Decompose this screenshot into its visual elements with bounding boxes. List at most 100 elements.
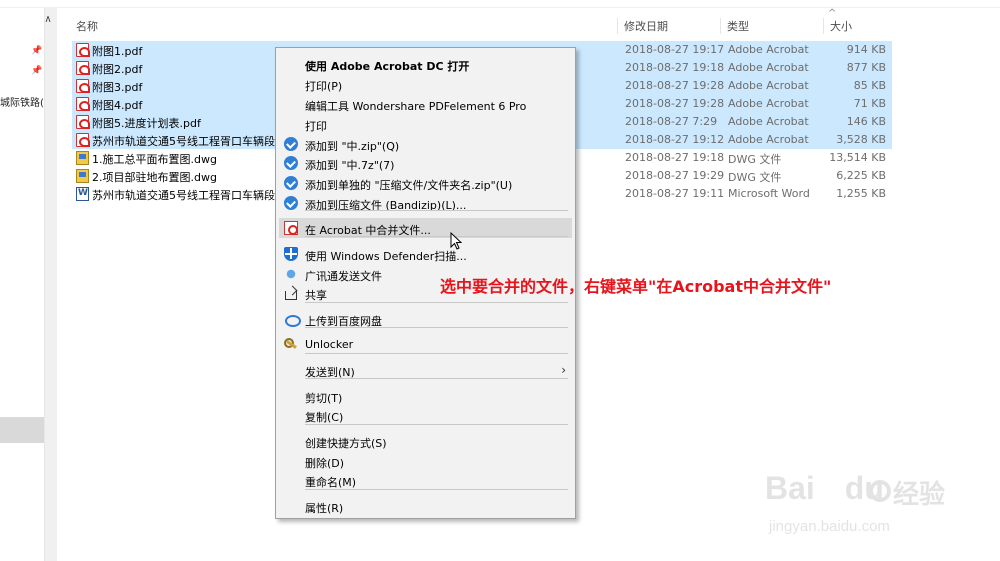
navigation-pane: 📌 📌 城际铁路( xyxy=(0,8,44,561)
bandizip-icon xyxy=(284,176,298,190)
acrobat-merge-icon xyxy=(284,221,298,235)
file-type: Adobe Acrobat xyxy=(728,133,809,146)
menu-item-add-to-7z[interactable]: 添加到 "中.7z"(7) xyxy=(279,153,572,173)
menu-separator xyxy=(305,302,568,303)
file-type: Microsoft Word xyxy=(728,187,810,200)
column-header-type[interactable]: 类型 xyxy=(721,18,824,34)
menu-item-label: 重命名(M) xyxy=(305,476,357,489)
watermark-brand: Bai du xyxy=(765,470,884,506)
file-name: 附图5.进度计划表.pdf xyxy=(92,117,201,130)
instruction-annotation: 选中要合并的文件，右键菜单"在Acrobat中合并文件" xyxy=(440,277,832,296)
pdf-file-icon xyxy=(76,115,90,129)
file-date: 2018-08-27 19:12 xyxy=(625,133,725,146)
baidu-netdisk-icon xyxy=(284,312,301,327)
guangxuntong-icon xyxy=(284,267,298,281)
sort-ascending-icon: ^ xyxy=(828,8,837,19)
file-name: 附图3.pdf xyxy=(92,81,143,94)
file-date: 2018-08-27 19:28 xyxy=(625,97,725,110)
chevron-up-icon[interactable]: ∧ xyxy=(42,14,54,28)
menu-item-send-to[interactable]: 发送到(N) › xyxy=(279,360,572,380)
file-size: 13,514 KB xyxy=(829,151,886,164)
menu-item-label: 复制(C) xyxy=(305,411,344,424)
file-size: 85 KB xyxy=(853,79,886,92)
share-icon xyxy=(284,286,298,300)
menu-item-open-with-acrobat[interactable]: 使用 Adobe Acrobat DC 打开 xyxy=(279,54,572,74)
menu-item-edit-with-pdfelement[interactable]: 编辑工具 Wondershare PDFelement 6 Pro xyxy=(279,94,572,114)
menu-item-delete[interactable]: 删除(D) xyxy=(279,451,572,471)
menu-item-properties[interactable]: 属性(R) xyxy=(279,496,572,516)
mouse-cursor-icon xyxy=(450,232,462,250)
menu-item-merge-in-acrobat[interactable]: 在 Acrobat 中合并文件... xyxy=(279,218,572,238)
pdf-file-icon xyxy=(76,133,90,147)
chevron-right-icon: › xyxy=(561,363,566,377)
menu-separator xyxy=(305,489,568,490)
file-date: 2018-08-27 19:28 xyxy=(625,79,725,92)
file-name: 1.施工总平面布置图.dwg xyxy=(92,153,217,166)
file-type: Adobe Acrobat xyxy=(728,79,809,92)
file-size: 71 KB xyxy=(853,97,886,110)
pin-icon[interactable]: 📌 xyxy=(31,46,42,56)
menu-item-label: 使用 Adobe Acrobat DC 打开 xyxy=(305,60,470,73)
menu-separator xyxy=(305,236,568,237)
menu-item-label: 打印(P) xyxy=(305,80,343,93)
menu-item-upload-baidu-netdisk[interactable]: 上传到百度网盘 xyxy=(279,309,572,329)
baidu-paw-icon xyxy=(869,480,891,502)
file-name: 2.项目部驻地布置图.dwg xyxy=(92,171,217,184)
menu-item-scan-with-defender[interactable]: 使用 Windows Defender扫描... xyxy=(279,244,572,264)
menu-item-label: 删除(D) xyxy=(305,457,345,470)
menu-separator xyxy=(305,378,568,379)
menu-item-rename[interactable]: 重命名(M) xyxy=(279,470,572,490)
menu-separator xyxy=(305,210,568,211)
file-size: 3,528 KB xyxy=(836,133,886,146)
menu-item-label: 添加到单独的 "压缩文件/文件夹名.zip"(U) xyxy=(305,179,513,192)
pdf-file-icon xyxy=(76,43,90,57)
watermark-cn: 经验 xyxy=(893,480,946,510)
file-type: Adobe Acrobat xyxy=(728,97,809,110)
bandizip-icon xyxy=(284,196,298,210)
menu-item-print[interactable]: 打印 xyxy=(279,114,572,134)
file-size: 1,255 KB xyxy=(836,187,886,200)
menu-item-copy[interactable]: 复制(C) xyxy=(279,405,572,425)
file-type: Adobe Acrobat xyxy=(728,43,809,56)
menu-item-label: 广讯通发送文件 xyxy=(305,270,382,283)
nav-item-label[interactable]: 城际铁路( xyxy=(0,94,44,109)
menu-item-add-to-separate-zip[interactable]: 添加到单独的 "压缩文件/文件夹名.zip"(U) xyxy=(279,173,572,193)
baidu-jingyan-watermark: Bai du 经验 jingyan.baidu.com xyxy=(765,470,975,550)
file-size: 6,225 KB xyxy=(836,169,886,182)
bandizip-icon xyxy=(284,137,298,151)
windows-defender-icon xyxy=(284,247,298,261)
nav-item-selected[interactable] xyxy=(0,417,44,443)
column-header-name[interactable]: 名称 xyxy=(70,18,618,34)
file-name: 附图2.pdf xyxy=(92,63,143,76)
column-header-bar: 名称 修改日期 类型 大小 ^ xyxy=(58,8,1000,40)
menu-item-label: 添加到 "中.7z"(7) xyxy=(305,159,395,172)
dwg-file-icon xyxy=(76,169,89,183)
column-header-date[interactable]: 修改日期 xyxy=(618,18,721,34)
menu-item-add-to-zip[interactable]: 添加到 "中.zip"(Q) xyxy=(279,134,572,154)
menu-item-label: 共享 xyxy=(305,289,327,302)
menu-item-cut[interactable]: 剪切(T) xyxy=(279,386,572,406)
menu-item-label: 剪切(T) xyxy=(305,392,343,405)
address-bar-strip xyxy=(0,0,1000,8)
menu-item-print-p[interactable]: 打印(P) xyxy=(279,74,572,94)
file-date: 2018-08-27 19:18 xyxy=(625,61,725,74)
file-name: 附图1.pdf xyxy=(92,45,143,58)
nav-pane-scrollbar[interactable] xyxy=(44,8,57,561)
pdf-file-icon xyxy=(76,79,90,93)
file-type: Adobe Acrobat xyxy=(728,61,809,74)
menu-item-unlocker[interactable]: Unlocker xyxy=(279,334,572,354)
dwg-file-icon xyxy=(76,151,89,165)
pin-icon[interactable]: 📌 xyxy=(31,66,42,76)
watermark-url: jingyan.baidu.com xyxy=(769,518,890,535)
file-date: 2018-08-27 19:18 xyxy=(625,151,725,164)
file-name: 苏州市轨道交通5号线工程胥口车辆段及 xyxy=(92,135,277,148)
file-type: DWG 文件 xyxy=(728,171,782,184)
file-name: 附图4.pdf xyxy=(92,99,143,112)
column-header-size[interactable]: 大小 xyxy=(824,18,888,34)
file-date: 2018-08-27 19:17 xyxy=(625,43,725,56)
menu-item-label: Unlocker xyxy=(305,338,354,351)
pdf-file-icon xyxy=(76,97,90,111)
menu-item-create-shortcut[interactable]: 创建快捷方式(S) xyxy=(279,431,572,451)
bandizip-icon xyxy=(284,156,298,170)
menu-separator xyxy=(305,353,568,354)
